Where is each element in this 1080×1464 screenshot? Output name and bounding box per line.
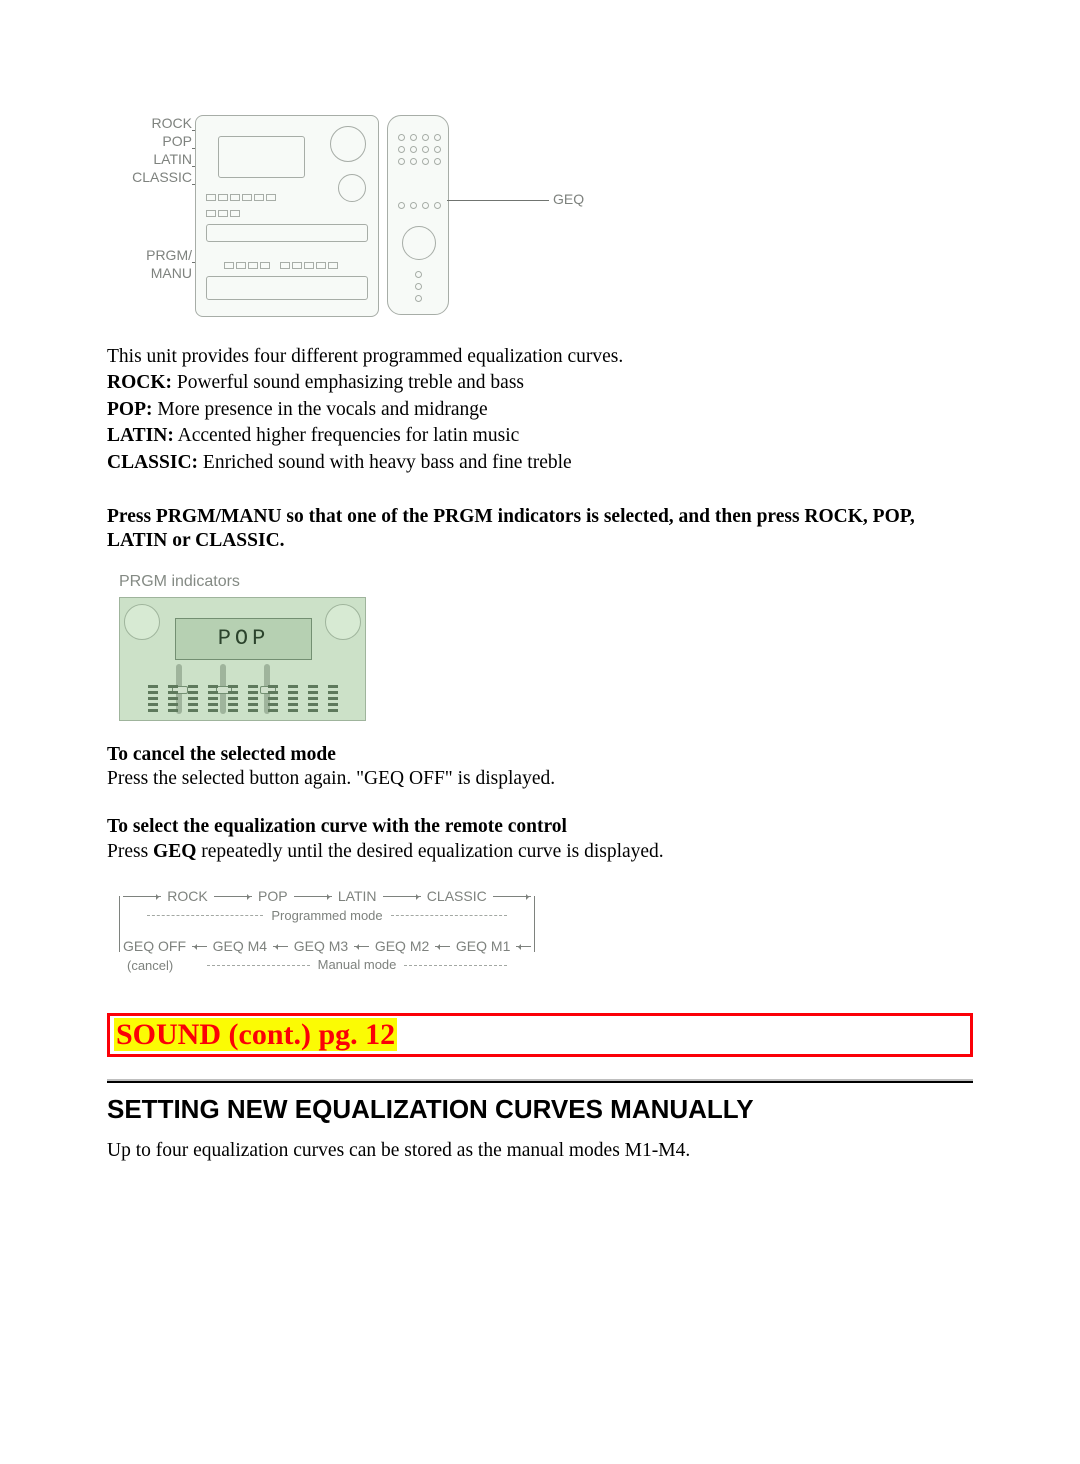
flow-top-latin: LATIN: [338, 888, 377, 906]
flow-top-caption: Programmed mode: [271, 908, 382, 924]
label-prgm: PRGM/: [117, 247, 192, 265]
cancel-mode-block: To cancel the selected mode Press the se…: [107, 743, 973, 792]
label-manu: MANU: [117, 265, 192, 283]
flow-top-rock: ROCK: [167, 888, 207, 906]
front-panel-illustration: POP: [119, 597, 366, 721]
prgm-indicators-caption: PRGM indicators: [119, 572, 389, 592]
eq-desc-rock: Powerful sound emphasizing treble and ba…: [172, 372, 524, 393]
cancel-mode-header: To cancel the selected mode: [107, 743, 973, 767]
section-rule: [107, 1079, 973, 1083]
flow-top-classic: CLASSIC: [427, 888, 487, 906]
geq-key: GEQ: [153, 841, 196, 862]
flow-top-row: ROCK POP LATIN CLASSIC: [117, 888, 537, 906]
flow-bot-m1: GEQ M1: [456, 938, 510, 956]
highlight-bar-text: SOUND (cont.) pg. 12: [114, 1018, 397, 1051]
panel-display: POP: [175, 618, 312, 660]
label-rock: ROCK: [117, 115, 192, 133]
eq-desc-pop: More presence in the vocals and midrange: [152, 399, 487, 420]
eq-name-rock: ROCK:: [107, 372, 172, 393]
remote-select-header: To select the equalization curve with th…: [107, 815, 973, 839]
eq-name-latin: LATIN:: [107, 425, 174, 446]
remote-control-illustration: [387, 115, 449, 315]
manual-page: ROCK POP LATIN CLASSIC PRGM/ MANU: [0, 0, 1080, 1464]
flow-bot-m4: GEQ M4: [213, 938, 267, 956]
label-pop: POP: [117, 133, 192, 151]
eq-name-pop: POP:: [107, 399, 152, 420]
flow-bot-geqoff: GEQ OFF: [123, 938, 186, 956]
eq-desc-classic: Enriched sound with heavy bass and fine …: [198, 452, 572, 473]
cancel-mode-body: Press the selected button again. "GEQ OF…: [107, 767, 973, 791]
eq-meter-bars: [126, 676, 359, 712]
label-latin: LATIN: [117, 151, 192, 169]
section-body: Up to four equalization curves can be st…: [107, 1139, 973, 1163]
flow-bot-m2: GEQ M2: [375, 938, 429, 956]
label-classic: CLASSIC: [117, 169, 192, 187]
intro-text: This unit provides four different progra…: [107, 345, 973, 475]
stereo-unit-illustration: [195, 115, 379, 317]
flow-bottom-caption: Manual mode: [318, 957, 397, 973]
geq-lead-line: [447, 200, 549, 201]
flow-top-pop: POP: [258, 888, 288, 906]
section-title: SETTING NEW EQUALIZATION CURVES MANUALLY: [107, 1093, 973, 1126]
remote-select-body: Press GEQ repeatedly until the desired e…: [107, 840, 973, 864]
eq-desc-latin: Accented higher frequencies for latin mu…: [174, 425, 519, 446]
flow-bot-m3: GEQ M3: [294, 938, 348, 956]
press-instruction: Press PRGM/MANU so that one of the PRGM …: [107, 505, 973, 554]
flow-bottom-row: GEQ OFF GEQ M4 GEQ M3 GEQ M2 GEQ M1: [117, 938, 537, 956]
diagram1-left-labels: ROCK POP LATIN CLASSIC PRGM/ MANU: [117, 115, 192, 283]
eq-name-classic: CLASSIC:: [107, 452, 198, 473]
intro-lead: This unit provides four different progra…: [107, 345, 973, 369]
diagram-stereo-and-remote: ROCK POP LATIN CLASSIC PRGM/ MANU: [117, 115, 897, 325]
diagram-mode-flow: ROCK POP LATIN CLASSIC Programmed mode G…: [117, 888, 537, 983]
diagram-prgm-indicators: PRGM indicators POP: [119, 572, 389, 721]
label-geq: GEQ: [553, 191, 584, 209]
flow-cancel-note: (cancel): [127, 958, 173, 974]
remote-select-block: To select the equalization curve with th…: [107, 815, 973, 864]
highlight-bar: SOUND (cont.) pg. 12: [107, 1013, 973, 1057]
